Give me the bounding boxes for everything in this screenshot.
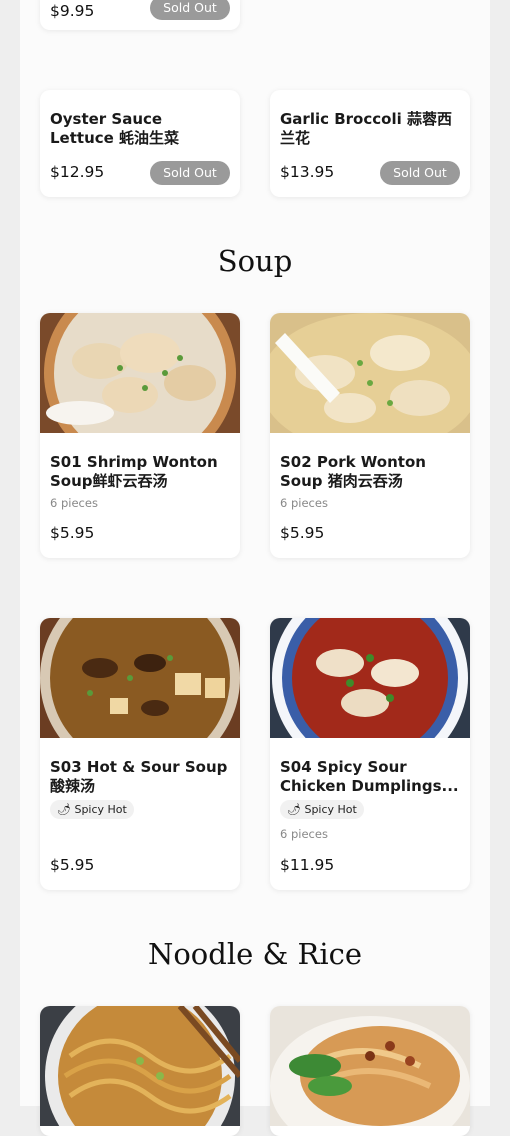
item-price: $5.95: [50, 856, 95, 874]
menu-card-oyster-lettuce[interactable]: Oyster Sauce Lettuce 蚝油生菜 $12.95 Sold Ou…: [40, 90, 240, 197]
menu-page: $9.95 Sold Out Oyster Sauce Lettuce 蚝油生菜…: [20, 0, 490, 1136]
item-price: $11.95: [280, 856, 335, 874]
menu-card-noodle-2[interactable]: [270, 1006, 470, 1136]
spicy-hot-badge: 🌶 Spicy Hot: [280, 800, 364, 819]
item-description: 6 pieces: [280, 827, 328, 841]
menu-card-garlic-broccoli[interactable]: Garlic Broccoli 蒜蓉西兰花 $13.95 Sold Out: [270, 90, 470, 197]
menu-card-noodle-1[interactable]: [40, 1006, 240, 1136]
item-name: S04 Spicy Sour Chicken Dumplings...: [280, 758, 459, 795]
item-name: Oyster Sauce Lettuce 蚝油生菜: [50, 110, 180, 147]
item-description: 6 pieces: [280, 496, 328, 510]
wonton-broth-image: [270, 313, 470, 433]
menu-card-s01[interactable]: S01 Shrimp Wonton Soup鲜虾云吞汤 6 pieces $5.…: [40, 313, 240, 558]
noodles-chopsticks-image: [40, 1006, 240, 1126]
menu-card-top[interactable]: $9.95 Sold Out: [40, 0, 240, 30]
section-title-noodle-rice: Noodle & Rice: [147, 937, 363, 971]
item-name: S03 Hot & Sour Soup酸辣汤: [50, 758, 228, 795]
wonton-bowl-image: [40, 313, 240, 433]
item-price: $12.95: [50, 163, 105, 181]
item-description: 6 pieces: [50, 496, 98, 510]
spicy-hot-badge: 🌶 Spicy Hot: [50, 800, 134, 819]
item-name: S02 Pork Wonton Soup 猪肉云吞汤: [280, 453, 426, 490]
menu-card-s03[interactable]: S03 Hot & Sour Soup酸辣汤 🌶 Spicy Hot $5.95: [40, 618, 240, 890]
item-name: Garlic Broccoli 蒜蓉西兰花: [280, 110, 452, 147]
spicy-dumplings-image: [270, 618, 470, 738]
menu-card-s04[interactable]: S04 Spicy Sour Chicken Dumplings... 🌶 Sp…: [270, 618, 470, 890]
noodles-greens-image: [270, 1006, 470, 1126]
item-name: S01 Shrimp Wonton Soup鲜虾云吞汤: [50, 453, 218, 490]
menu-card-s02[interactable]: S02 Pork Wonton Soup 猪肉云吞汤 6 pieces $5.9…: [270, 313, 470, 558]
hot-sour-soup-image: [40, 618, 240, 738]
item-price: $5.95: [50, 524, 95, 542]
sold-out-button[interactable]: Sold Out: [380, 161, 460, 185]
item-price: $13.95: [280, 163, 335, 181]
section-title-soup: Soup: [217, 244, 293, 278]
item-price: $5.95: [280, 524, 325, 542]
sold-out-button[interactable]: Sold Out: [150, 161, 230, 185]
item-price: $9.95: [50, 2, 95, 20]
sold-out-button[interactable]: Sold Out: [150, 0, 230, 20]
